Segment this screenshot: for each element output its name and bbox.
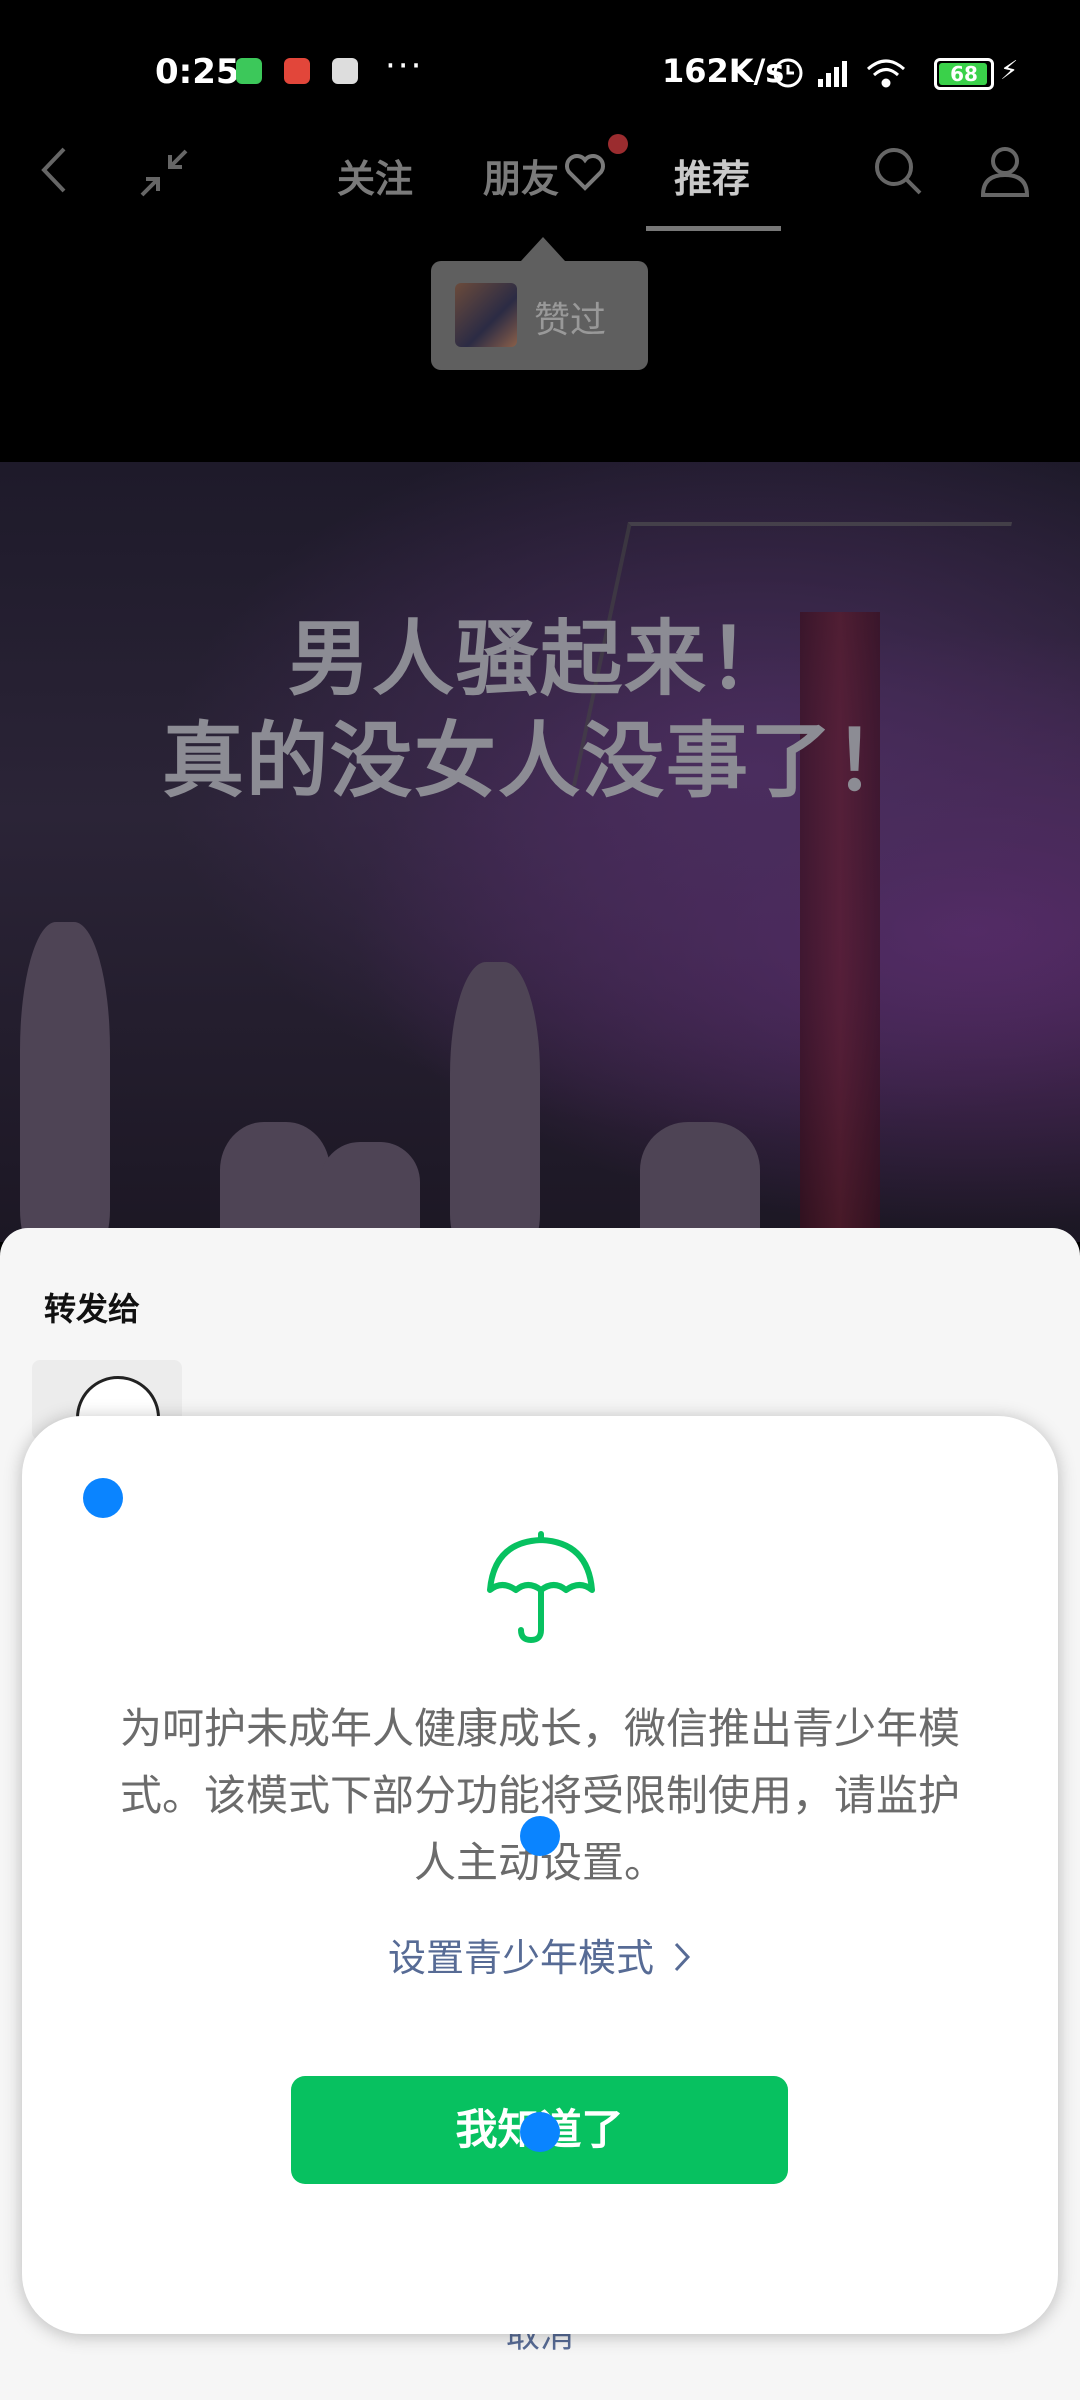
network-speed: 162K/s: [662, 52, 785, 90]
video-person: [320, 1142, 420, 1242]
search-icon[interactable]: [872, 145, 924, 201]
video-caption-line2: 真的没女人没事了！: [161, 714, 918, 809]
video-person: [20, 922, 110, 1242]
forward-sheet-title: 转发给: [44, 1290, 141, 1328]
liked-tooltip[interactable]: 赞过: [431, 237, 648, 370]
status-icons: [770, 55, 930, 95]
back-icon[interactable]: [36, 145, 72, 199]
minimize-icon[interactable]: [136, 145, 192, 205]
heart-icon: [564, 152, 606, 196]
notification-dot: [608, 134, 628, 154]
video-person: [640, 1122, 760, 1242]
app-notification-icon: [236, 58, 262, 84]
active-tab-indicator: [646, 226, 781, 231]
app-notification-icon: [284, 58, 310, 84]
status-time: 0:25: [155, 52, 240, 92]
battery-icon: 68: [934, 58, 994, 90]
tab-follow[interactable]: 关注: [337, 148, 413, 203]
signal-icon: [818, 61, 847, 87]
video-person: [450, 962, 540, 1242]
touch-indicator: [83, 1478, 123, 1518]
alarm-icon: [773, 58, 803, 88]
touch-indicator: [520, 2112, 560, 2152]
tab-friends[interactable]: 朋友: [483, 148, 559, 203]
more-notifications-icon: ···: [385, 46, 424, 86]
profile-icon[interactable]: [980, 145, 1030, 201]
set-youth-mode-label: 设置青少年模式: [387, 1936, 654, 1980]
status-bar: 0:25 ··· 162K/s 68 ⚡: [0, 0, 1080, 130]
tab-recommended[interactable]: 推荐: [674, 148, 750, 203]
chevron-right-icon: [672, 1939, 692, 1983]
charging-icon: ⚡: [1000, 56, 1019, 86]
umbrella-icon: [484, 1530, 598, 1650]
video-person: [220, 1122, 330, 1242]
wifi-icon: [867, 59, 905, 88]
liked-label: 赞过: [534, 300, 607, 341]
battery-level: 68: [950, 62, 978, 86]
touch-indicator: [520, 1816, 560, 1856]
app-notification-icon: [332, 58, 358, 84]
liked-avatar: [455, 283, 517, 347]
youth-mode-message: 为呵护未成年人健康成长，微信推出青少年模式。该模式下部分功能将受限制使用，请监护…: [119, 1704, 960, 1887]
set-youth-mode-link[interactable]: 设置青少年模式: [0, 1927, 1080, 1983]
video-player[interactable]: 男人骚起来！ 真的没女人没事了！: [0, 462, 1080, 1242]
